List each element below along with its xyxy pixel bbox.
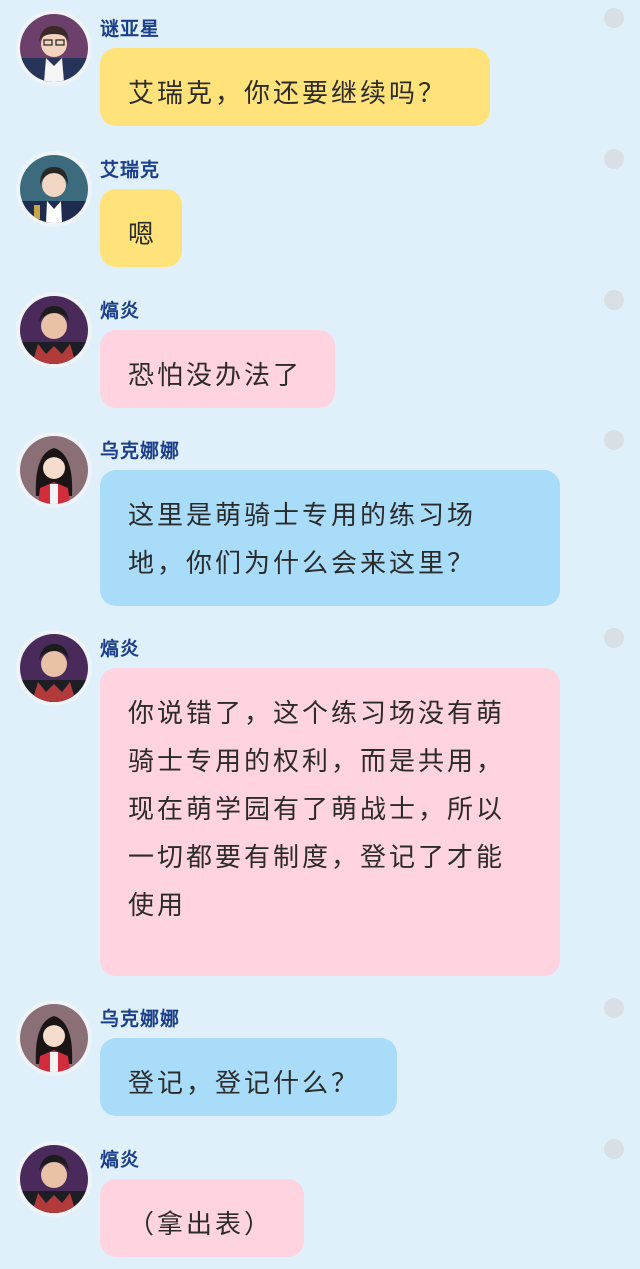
status-dot-icon — [604, 8, 624, 28]
avatar[interactable] — [20, 1004, 88, 1072]
message-bubble[interactable]: 你说错了，这个练习场没有萌骑士专用的权利，而是共用，现在萌学园有了萌战士，所以一… — [100, 668, 560, 976]
message-bubble[interactable]: （拿出表） — [100, 1179, 304, 1257]
sender-name: 熇炎 — [100, 638, 141, 660]
avatar-heyan-icon — [20, 1145, 88, 1213]
status-dot-icon — [604, 430, 624, 450]
message-bubble[interactable]: 艾瑞克，你还要继续吗？ — [100, 48, 490, 126]
avatar-ukenana-icon — [20, 436, 88, 504]
sender-name: 乌克娜娜 — [100, 1008, 181, 1030]
status-dot-icon — [604, 149, 624, 169]
avatar[interactable] — [20, 634, 88, 702]
message-bubble[interactable]: 登记，登记什么？ — [100, 1038, 397, 1116]
sender-name: 乌克娜娜 — [100, 440, 181, 462]
sender-name: 艾瑞克 — [100, 159, 161, 181]
avatar[interactable] — [20, 14, 88, 82]
sender-name: 谜亚星 — [100, 18, 161, 40]
status-dot-icon — [604, 290, 624, 310]
status-dot-icon — [604, 628, 624, 648]
avatar[interactable] — [20, 436, 88, 504]
sender-name: 熇炎 — [100, 300, 141, 322]
avatar-ukenana-icon — [20, 1004, 88, 1072]
message-bubble[interactable]: 嗯 — [100, 189, 182, 267]
avatar-airuike-icon — [20, 155, 88, 223]
chat-thread: 谜亚星 艾瑞克，你还要继续吗？ 艾瑞克 嗯 熇炎 恐怕没办法了 乌克娜娜 这里是… — [0, 0, 640, 1269]
avatar-heyan-icon — [20, 634, 88, 702]
avatar[interactable] — [20, 296, 88, 364]
avatar[interactable] — [20, 155, 88, 223]
avatar-miyaxing-icon — [20, 14, 88, 82]
avatar[interactable] — [20, 1145, 88, 1213]
status-dot-icon — [604, 998, 624, 1018]
avatar-heyan-icon — [20, 296, 88, 364]
sender-name: 熇炎 — [100, 1149, 141, 1171]
message-bubble[interactable]: 这里是萌骑士专用的练习场地，你们为什么会来这里？ — [100, 470, 560, 606]
message-bubble[interactable]: 恐怕没办法了 — [100, 330, 335, 408]
status-dot-icon — [604, 1139, 624, 1159]
